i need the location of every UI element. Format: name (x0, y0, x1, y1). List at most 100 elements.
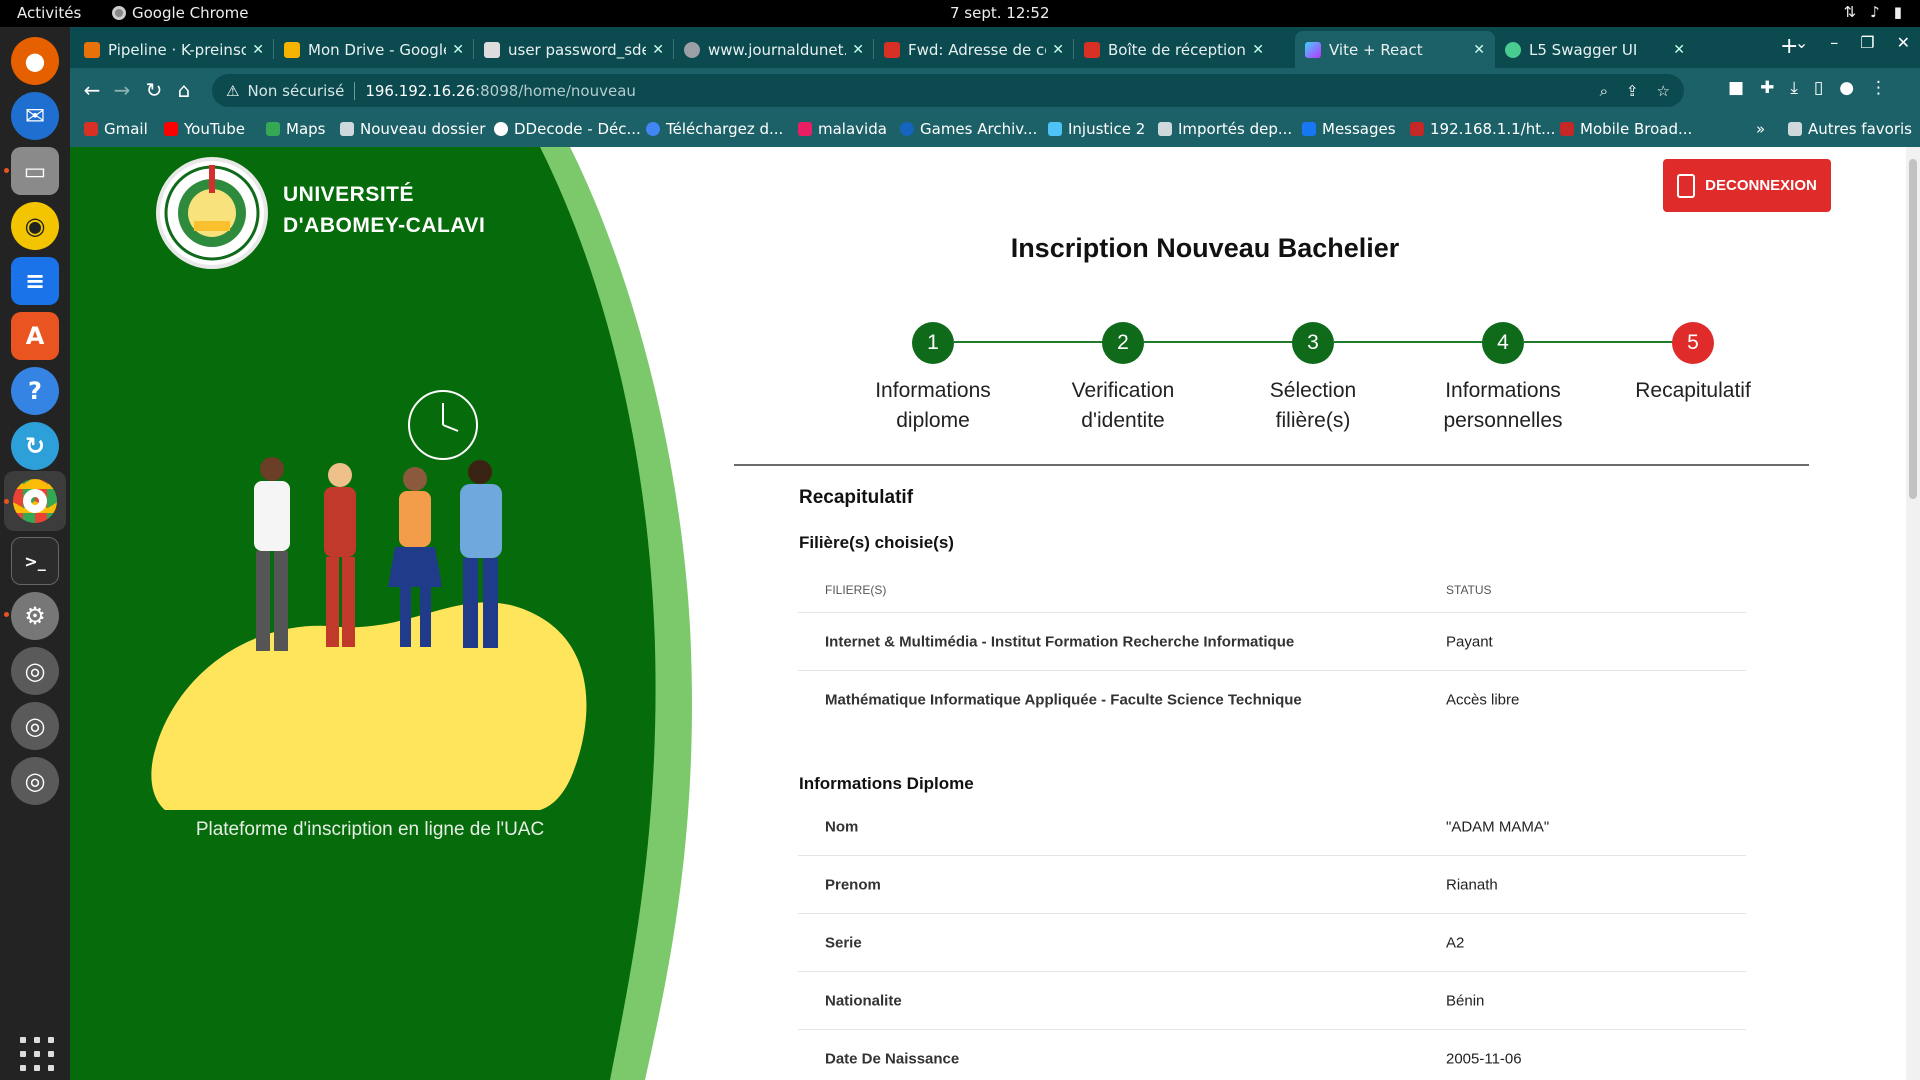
tab[interactable]: Boîte de réception (✕ (1074, 31, 1274, 68)
home-icon[interactable]: ⌂ (170, 76, 198, 104)
filiere-name: Mathématique Informatique Appliquée - Fa… (825, 691, 1302, 709)
swagger-icon (1505, 41, 1521, 58)
step-2[interactable]: 2 Verification d'identite (1028, 322, 1218, 436)
thunderbird-icon[interactable]: ✉ (11, 92, 59, 140)
bookmarks-overflow[interactable]: » (1756, 120, 1765, 138)
window-controls: ⌄ – ❐ ✕ (1795, 33, 1910, 52)
address-bar[interactable]: ⚠ Non sécurisé 196.192.16.26:8098/home/n… (212, 74, 1684, 107)
bookmark-label: Injustice 2 (1068, 120, 1146, 138)
field-label: Date De Naissance (825, 1050, 960, 1068)
side-panel-icon[interactable]: ▯ (1814, 78, 1823, 98)
step-3[interactable]: 3 Sélection filière(s) (1218, 322, 1408, 436)
disk-icon[interactable]: ◎ (11, 647, 59, 695)
close-tab-icon[interactable]: ✕ (252, 42, 264, 58)
bookmark-star-icon[interactable]: ☆ (1657, 82, 1670, 100)
terminal-icon[interactable]: >_ (11, 537, 59, 585)
tab[interactable]: Pipeline · K-preinscri ✕ (74, 31, 274, 68)
profile-avatar[interactable]: ● (1839, 78, 1854, 98)
bookmark-youtube[interactable]: YouTube (164, 120, 245, 138)
clock[interactable]: 7 sept. 12:52 (950, 4, 1050, 22)
maximize-icon[interactable]: ❐ (1860, 33, 1874, 52)
scrollbar-thumb[interactable] (1909, 159, 1917, 499)
table-row: Nationalite Bénin (798, 972, 1746, 1030)
back-icon[interactable]: ← (78, 76, 106, 104)
field-label: Serie (825, 934, 862, 951)
close-tab-icon[interactable]: ✕ (652, 42, 664, 58)
bookmark-imported[interactable]: Importés dep... (1158, 120, 1292, 138)
step-5-current[interactable]: 5 Recapitulatif (1598, 322, 1788, 406)
bookmark-malavida[interactable]: malavida (798, 120, 887, 138)
tab[interactable]: Mon Drive - Google D ✕ (274, 31, 474, 68)
tab[interactable]: user password_sdep ✕ (474, 31, 674, 68)
page-viewport: UNIVERSITÉ D'ABOMEY-CALAVI Plateforme d'… (70, 147, 1920, 1080)
tab[interactable]: Fwd: Adresse de cor ✕ (874, 31, 1074, 68)
reload-icon[interactable]: ↻ (140, 76, 168, 104)
step-number: 2 (1102, 322, 1144, 364)
folder-icon (340, 122, 354, 136)
writer-icon[interactable]: ≡ (11, 257, 59, 305)
bookmark-telechargez[interactable]: Téléchargez d... (646, 120, 783, 138)
files-icon[interactable]: ▭ (11, 147, 59, 195)
step-1[interactable]: 1 Informations diplome (838, 322, 1028, 436)
bookmark-injustice[interactable]: Injustice 2 (1048, 120, 1145, 138)
download-site-icon (646, 122, 660, 136)
step-4[interactable]: 4 Informations personnelles (1408, 322, 1598, 436)
app-menu[interactable]: Google Chrome (112, 4, 249, 22)
chrome-icon (112, 6, 126, 20)
malavida-icon (798, 122, 812, 136)
logout-button[interactable]: DECONNEXION (1663, 159, 1831, 212)
sync-icon[interactable]: ↻ (11, 422, 59, 470)
help-icon[interactable]: ? (11, 367, 59, 415)
system-tray[interactable]: ⇅ ♪ ▮ (1844, 3, 1902, 21)
security-label[interactable]: Non sécurisé (247, 82, 344, 100)
tab-search-icon[interactable]: ⌄ (1795, 33, 1808, 52)
warning-icon[interactable]: ⚠ (226, 82, 239, 100)
field-value: "ADAM MAMA" (1446, 818, 1550, 835)
chrome-dock-icon[interactable] (4, 471, 66, 531)
close-tab-icon[interactable]: ✕ (1252, 42, 1264, 58)
close-tab-icon[interactable]: ✕ (1473, 42, 1485, 58)
tab-active[interactable]: Vite + React ✕ (1295, 31, 1495, 68)
ddecode-icon (494, 122, 508, 136)
other-bookmarks[interactable]: Autres favoris (1788, 120, 1912, 138)
bookmark-gmail[interactable]: Gmail (84, 120, 148, 138)
zoom-icon[interactable]: ⌕ (1600, 82, 1608, 100)
menu-icon[interactable]: ⋮ (1870, 78, 1887, 98)
bookmark-maps[interactable]: Maps (266, 120, 325, 138)
tab[interactable]: L5 Swagger UI ✕ (1495, 31, 1695, 68)
running-indicator (4, 612, 9, 617)
software-icon[interactable]: A (11, 312, 59, 360)
table-row: Date De Naissance 2005-11-06 (798, 1030, 1746, 1080)
filiere-table: FILIERE(S) STATUS Internet & Multimédia … (798, 567, 1746, 729)
close-tab-icon[interactable]: ✕ (452, 42, 464, 58)
extension-icon[interactable]: ■ (1728, 78, 1744, 98)
bookmark-games-archive[interactable]: Games Archiv... (900, 120, 1037, 138)
bookmark-ddecode[interactable]: DDecode - Déc... (494, 120, 641, 138)
close-tab-icon[interactable]: ✕ (1052, 42, 1064, 58)
puzzle-icon[interactable]: ✚ (1760, 78, 1774, 98)
close-tab-icon[interactable]: ✕ (1673, 42, 1685, 58)
firefox-icon[interactable]: ● (11, 37, 59, 85)
share-icon[interactable]: ⇪ (1626, 82, 1639, 100)
maps-icon (266, 122, 280, 136)
bookmark-messages[interactable]: Messages (1302, 120, 1396, 138)
activities-button[interactable]: Activités (17, 4, 81, 22)
disk-icon[interactable]: ◎ (11, 702, 59, 750)
close-window-icon[interactable]: ✕ (1897, 33, 1910, 52)
close-tab-icon[interactable]: ✕ (852, 42, 864, 58)
step-label-line2: filière(s) (1275, 409, 1351, 432)
page-scrollbar[interactable] (1906, 147, 1920, 1080)
tab-title: L5 Swagger UI (1529, 40, 1638, 59)
bookmark-mobile-broadband[interactable]: Mobile Broad... (1560, 120, 1692, 138)
download-icon[interactable]: ⤓ (1790, 78, 1798, 98)
rhythmbox-icon[interactable]: ◉ (11, 202, 59, 250)
system-top-bar: Activités Google Chrome 7 sept. 12:52 ⇅ … (0, 0, 1920, 27)
forward-icon[interactable]: → (108, 76, 136, 104)
bookmark-router[interactable]: 192.168.1.1/ht... (1410, 120, 1555, 138)
show-apps-icon[interactable] (20, 1037, 54, 1071)
settings-icon[interactable]: ⚙ (11, 592, 59, 640)
disk-icon[interactable]: ◎ (11, 757, 59, 805)
minimize-icon[interactable]: – (1830, 33, 1838, 52)
tab[interactable]: www.journaldunet.f ✕ (674, 31, 874, 68)
bookmark-folder[interactable]: Nouveau dossier (340, 120, 485, 138)
